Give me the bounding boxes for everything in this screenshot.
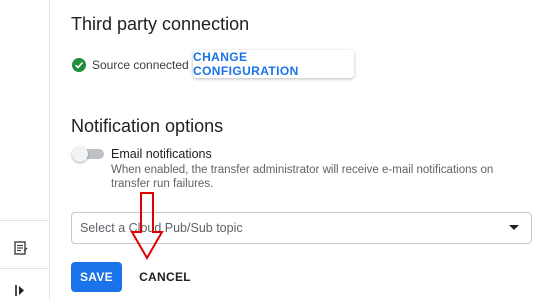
dropdown-caret-icon <box>509 225 519 230</box>
third-party-title: Third party connection <box>71 14 250 34</box>
notification-options-title: Notification options <box>71 116 224 136</box>
connection-status: Source connected <box>72 56 189 74</box>
check-circle-icon <box>72 58 86 72</box>
save-button[interactable]: SAVE <box>71 262 122 292</box>
annotation-arrow <box>130 192 164 260</box>
change-configuration-button[interactable]: CHANGE CONFIGURATION <box>193 50 354 78</box>
main-content: Third party connection Source connected … <box>50 0 541 300</box>
email-notifications-help: When enabled, the transfer administrator… <box>111 164 494 190</box>
toggle-knob <box>72 146 88 162</box>
email-notifications-toggle[interactable] <box>72 146 104 162</box>
rail-divider <box>0 220 49 221</box>
email-notifications-label: Email notifications <box>111 147 212 161</box>
cancel-button[interactable]: CANCEL <box>134 262 196 292</box>
release-notes-icon[interactable] <box>12 239 30 257</box>
expand-panel-icon[interactable] <box>12 282 30 300</box>
status-text: Source connected <box>92 58 189 72</box>
left-rail <box>0 0 50 300</box>
rail-divider <box>0 268 49 269</box>
